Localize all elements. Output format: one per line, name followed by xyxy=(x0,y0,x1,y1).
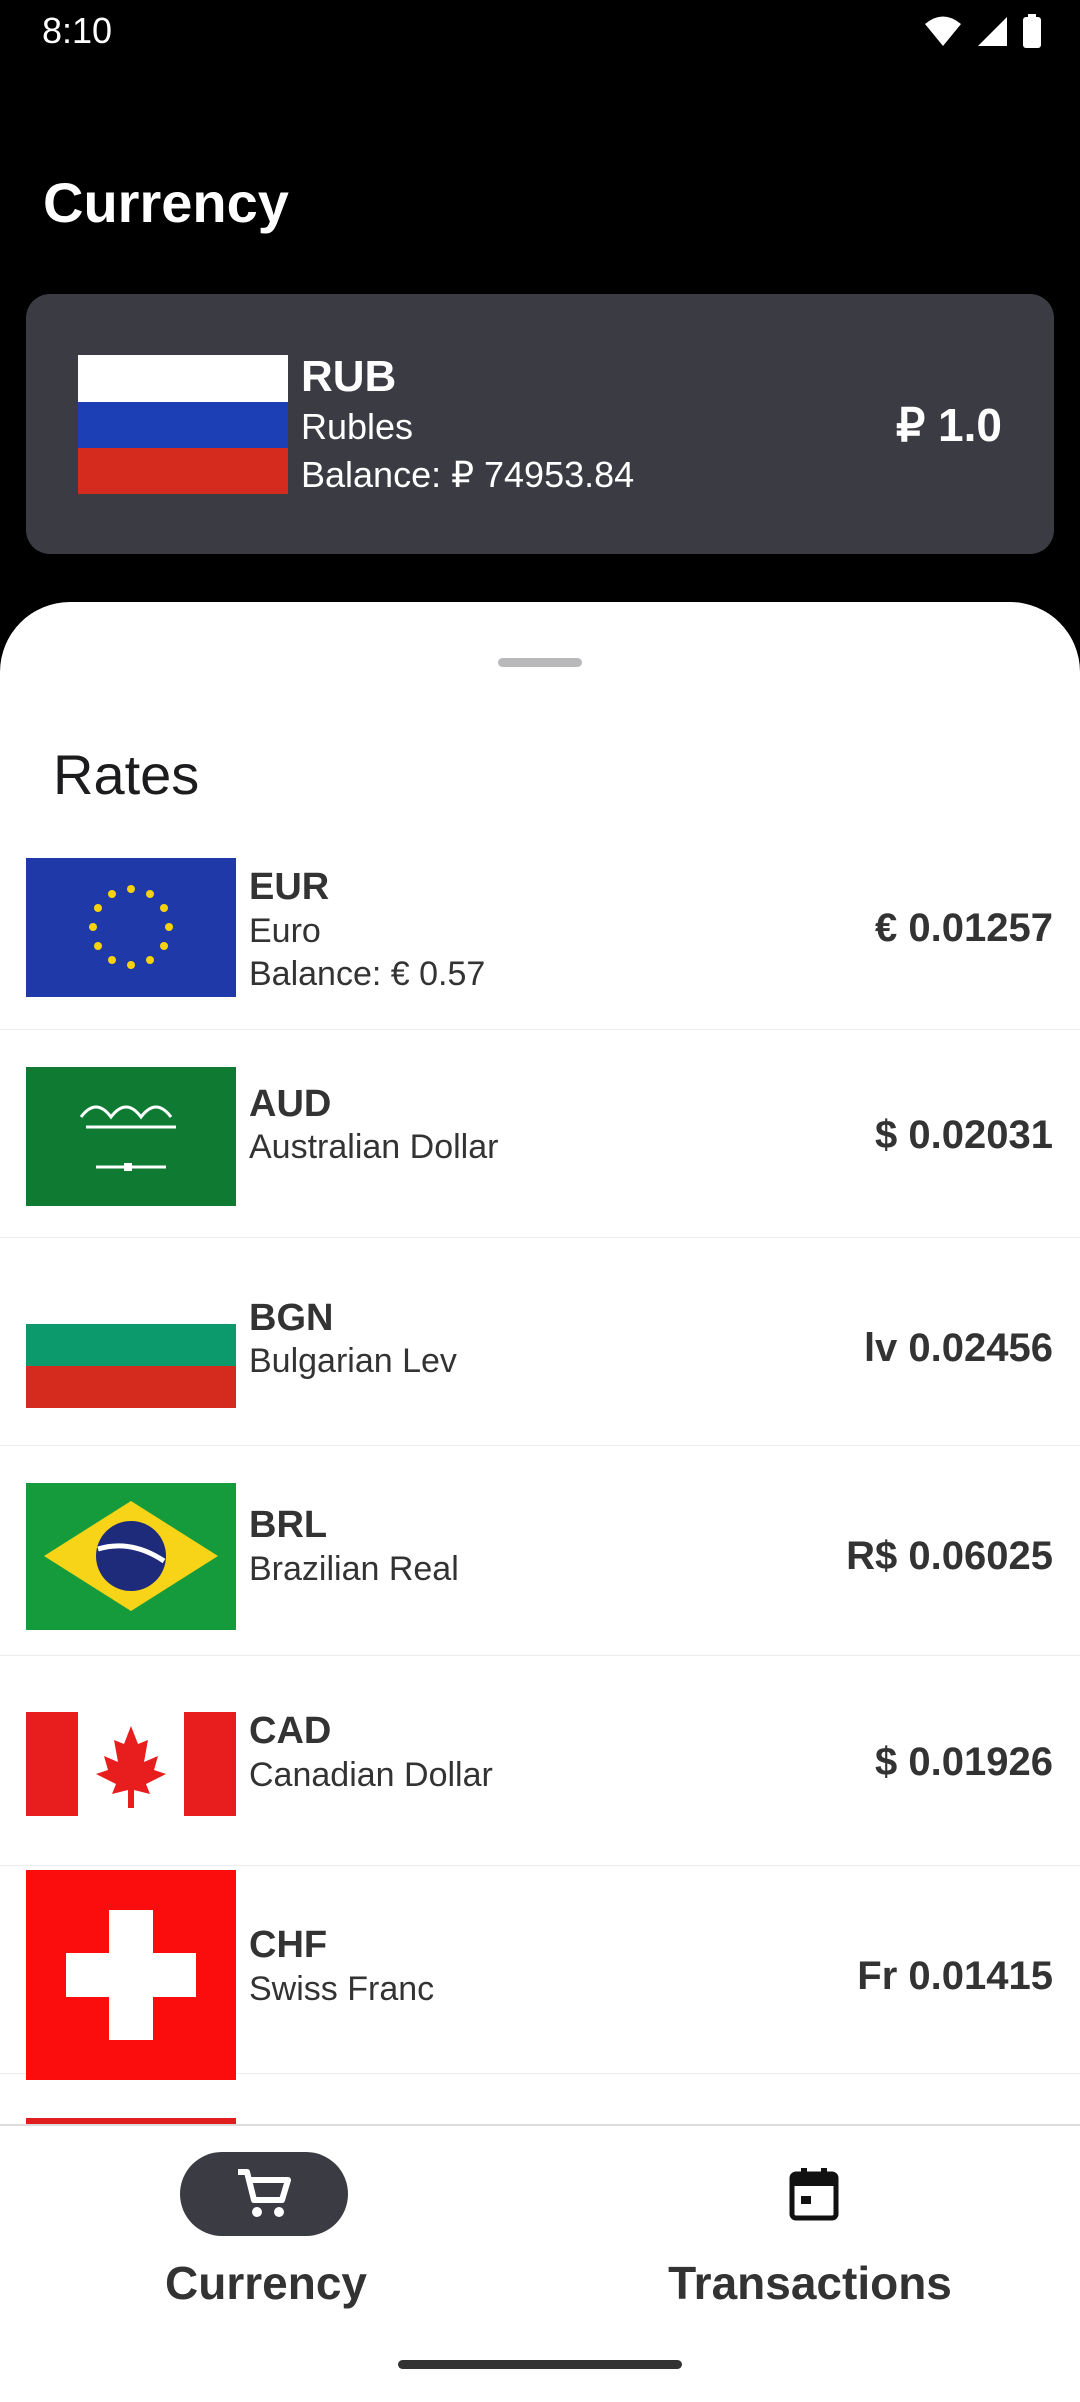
rate-name: Bulgarian Lev xyxy=(249,1342,457,1380)
selected-currency-rate: ₽ 1.0 xyxy=(896,399,1002,451)
bulgaria-flag-icon xyxy=(26,1324,236,1408)
cart-icon xyxy=(238,2169,291,2217)
rates-sheet: Rates EUR Euro Balance: € 0.57 € 0.01257 xyxy=(0,602,1080,2124)
rate-code: CAD xyxy=(249,1710,332,1752)
selected-currency-balance: Balance: ₽ 74953.84 xyxy=(301,454,635,495)
rate-row-chf[interactable]: CHF Swiss Franc Fr 0.01415 xyxy=(0,1866,1080,2080)
selected-currency-code: RUB xyxy=(301,352,397,401)
nav-label-transactions: Transactions xyxy=(668,2257,952,2309)
rate-row-brl[interactable]: BRL Brazilian Real R$ 0.06025 xyxy=(0,1448,1080,1656)
nav-label-currency: Currency xyxy=(165,2257,367,2309)
rate-name: Swiss Franc xyxy=(249,1970,435,2008)
rate-value: R$ 0.06025 xyxy=(846,1534,1053,1578)
rate-name: Brazilian Real xyxy=(249,1550,459,1588)
battery-icon xyxy=(1023,14,1041,48)
canada-flag-icon xyxy=(26,1712,236,1816)
rate-row-cad[interactable]: CAD Canadian Dollar $ 0.01926 xyxy=(0,1658,1080,1866)
russia-flag-icon xyxy=(78,355,288,494)
rate-code: AUD xyxy=(249,1083,332,1125)
status-icons xyxy=(924,14,1042,48)
signal-icon xyxy=(978,17,1007,46)
home-indicator[interactable] xyxy=(398,2360,682,2369)
rate-code: BGN xyxy=(249,1297,334,1339)
selected-currency-card[interactable]: RUB Rubles Balance: ₽ 74953.84 ₽ 1.0 xyxy=(26,294,1054,554)
rate-code: BRL xyxy=(249,1504,328,1546)
drag-handle[interactable] xyxy=(498,658,582,667)
swiss-flag-icon xyxy=(26,1870,236,2080)
rates-title: Rates xyxy=(53,743,200,806)
nav-item-currency[interactable]: Currency xyxy=(0,2126,540,2326)
brazil-flag-icon xyxy=(26,1483,236,1630)
rate-row-eur[interactable]: EUR Euro Balance: € 0.57 € 0.01257 xyxy=(0,822,1080,1030)
rate-name: Canadian Dollar xyxy=(249,1756,493,1794)
rate-row-partial[interactable] xyxy=(0,2074,1080,2124)
wifi-icon xyxy=(925,16,961,46)
calendar-icon xyxy=(789,2168,839,2221)
rate-row-aud[interactable]: AUD Australian Dollar $ 0.02031 xyxy=(0,1030,1080,1238)
nav-item-transactions[interactable]: Transactions xyxy=(540,2126,1080,2326)
rate-code: CHF xyxy=(249,1924,328,1966)
status-bar: 8:10 xyxy=(0,0,1080,64)
eu-flag-icon xyxy=(26,858,236,997)
rate-name: Euro xyxy=(249,912,321,950)
rate-value: $ 0.01926 xyxy=(875,1740,1053,1784)
rate-balance: Balance: € 0.57 xyxy=(249,955,486,993)
rate-code: EUR xyxy=(249,866,330,908)
rate-name: Australian Dollar xyxy=(249,1128,499,1166)
saudi-flag-icon xyxy=(26,1067,236,1206)
rate-value: € 0.01257 xyxy=(875,906,1053,950)
selected-currency-name: Rubles xyxy=(301,406,414,447)
rate-value: $ 0.02031 xyxy=(875,1113,1053,1157)
status-time: 8:10 xyxy=(42,10,113,51)
rate-value: lv 0.02456 xyxy=(863,1326,1053,1370)
rate-row-bgn[interactable]: BGN Bulgarian Lev lv 0.02456 xyxy=(0,1238,1080,1446)
rate-value: Fr 0.01415 xyxy=(857,1954,1053,1998)
page-title: Currency xyxy=(43,171,289,234)
